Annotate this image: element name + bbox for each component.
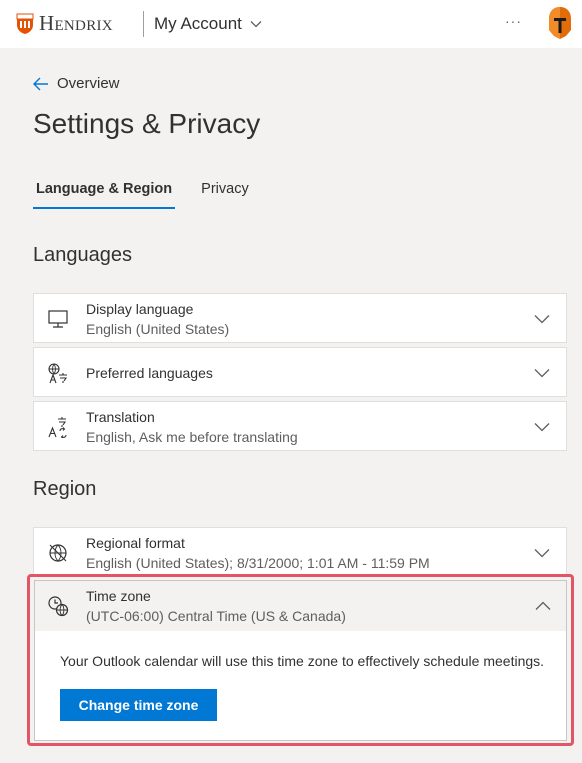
- highlight-frame: [27, 574, 574, 746]
- brand-logo[interactable]: Hendrix: [16, 11, 113, 36]
- avatar[interactable]: [548, 6, 572, 40]
- hendrix-shield-icon: [16, 13, 34, 34]
- more-options-button[interactable]: ···: [505, 13, 522, 29]
- monitor-icon: [48, 310, 68, 328]
- header-divider: [143, 11, 144, 37]
- translation-row[interactable]: Translation English, Ask me before trans…: [33, 401, 567, 451]
- brand-name: Hendrix: [39, 11, 113, 35]
- regional-format-value: English (United States); 8/31/2000; 1:01…: [86, 555, 430, 571]
- regional-format-label: Regional format: [86, 535, 185, 551]
- app-title: My Account: [154, 14, 242, 33]
- preferred-languages-icon: [48, 363, 68, 384]
- translation-value: English, Ask me before translating: [86, 429, 298, 445]
- tab-language-region[interactable]: Language & Region: [33, 178, 176, 209]
- display-language-value: English (United States): [86, 321, 230, 337]
- preferred-languages-row[interactable]: Preferred languages: [33, 347, 567, 397]
- chevron-down-icon: [250, 21, 262, 28]
- regional-format-row[interactable]: Regional format English (United States);…: [33, 527, 567, 577]
- top-bar: Hendrix My Account ···: [0, 0, 582, 48]
- globe-format-icon: [49, 544, 67, 562]
- preferred-languages-label: Preferred languages: [86, 365, 213, 381]
- display-language-row[interactable]: Display language English (United States): [33, 293, 567, 343]
- tab-privacy[interactable]: Privacy: [198, 178, 252, 209]
- chevron-down-icon: [534, 549, 550, 558]
- settings-tabs: Language & Region Privacy: [33, 178, 275, 209]
- chevron-down-icon: [534, 423, 550, 432]
- back-label: Overview: [57, 75, 120, 92]
- chevron-down-icon: [534, 369, 550, 378]
- arrow-left-icon: [33, 77, 48, 90]
- app-title-menu[interactable]: My Account: [154, 14, 262, 34]
- region-heading: Region: [33, 478, 97, 500]
- page-title: Settings & Privacy: [33, 108, 261, 139]
- translation-label: Translation: [86, 409, 155, 425]
- translation-icon: [48, 417, 67, 438]
- chevron-down-icon: [534, 315, 550, 324]
- languages-heading: Languages: [33, 244, 132, 266]
- display-language-label: Display language: [86, 301, 194, 317]
- back-to-overview-link[interactable]: Overview: [33, 75, 120, 92]
